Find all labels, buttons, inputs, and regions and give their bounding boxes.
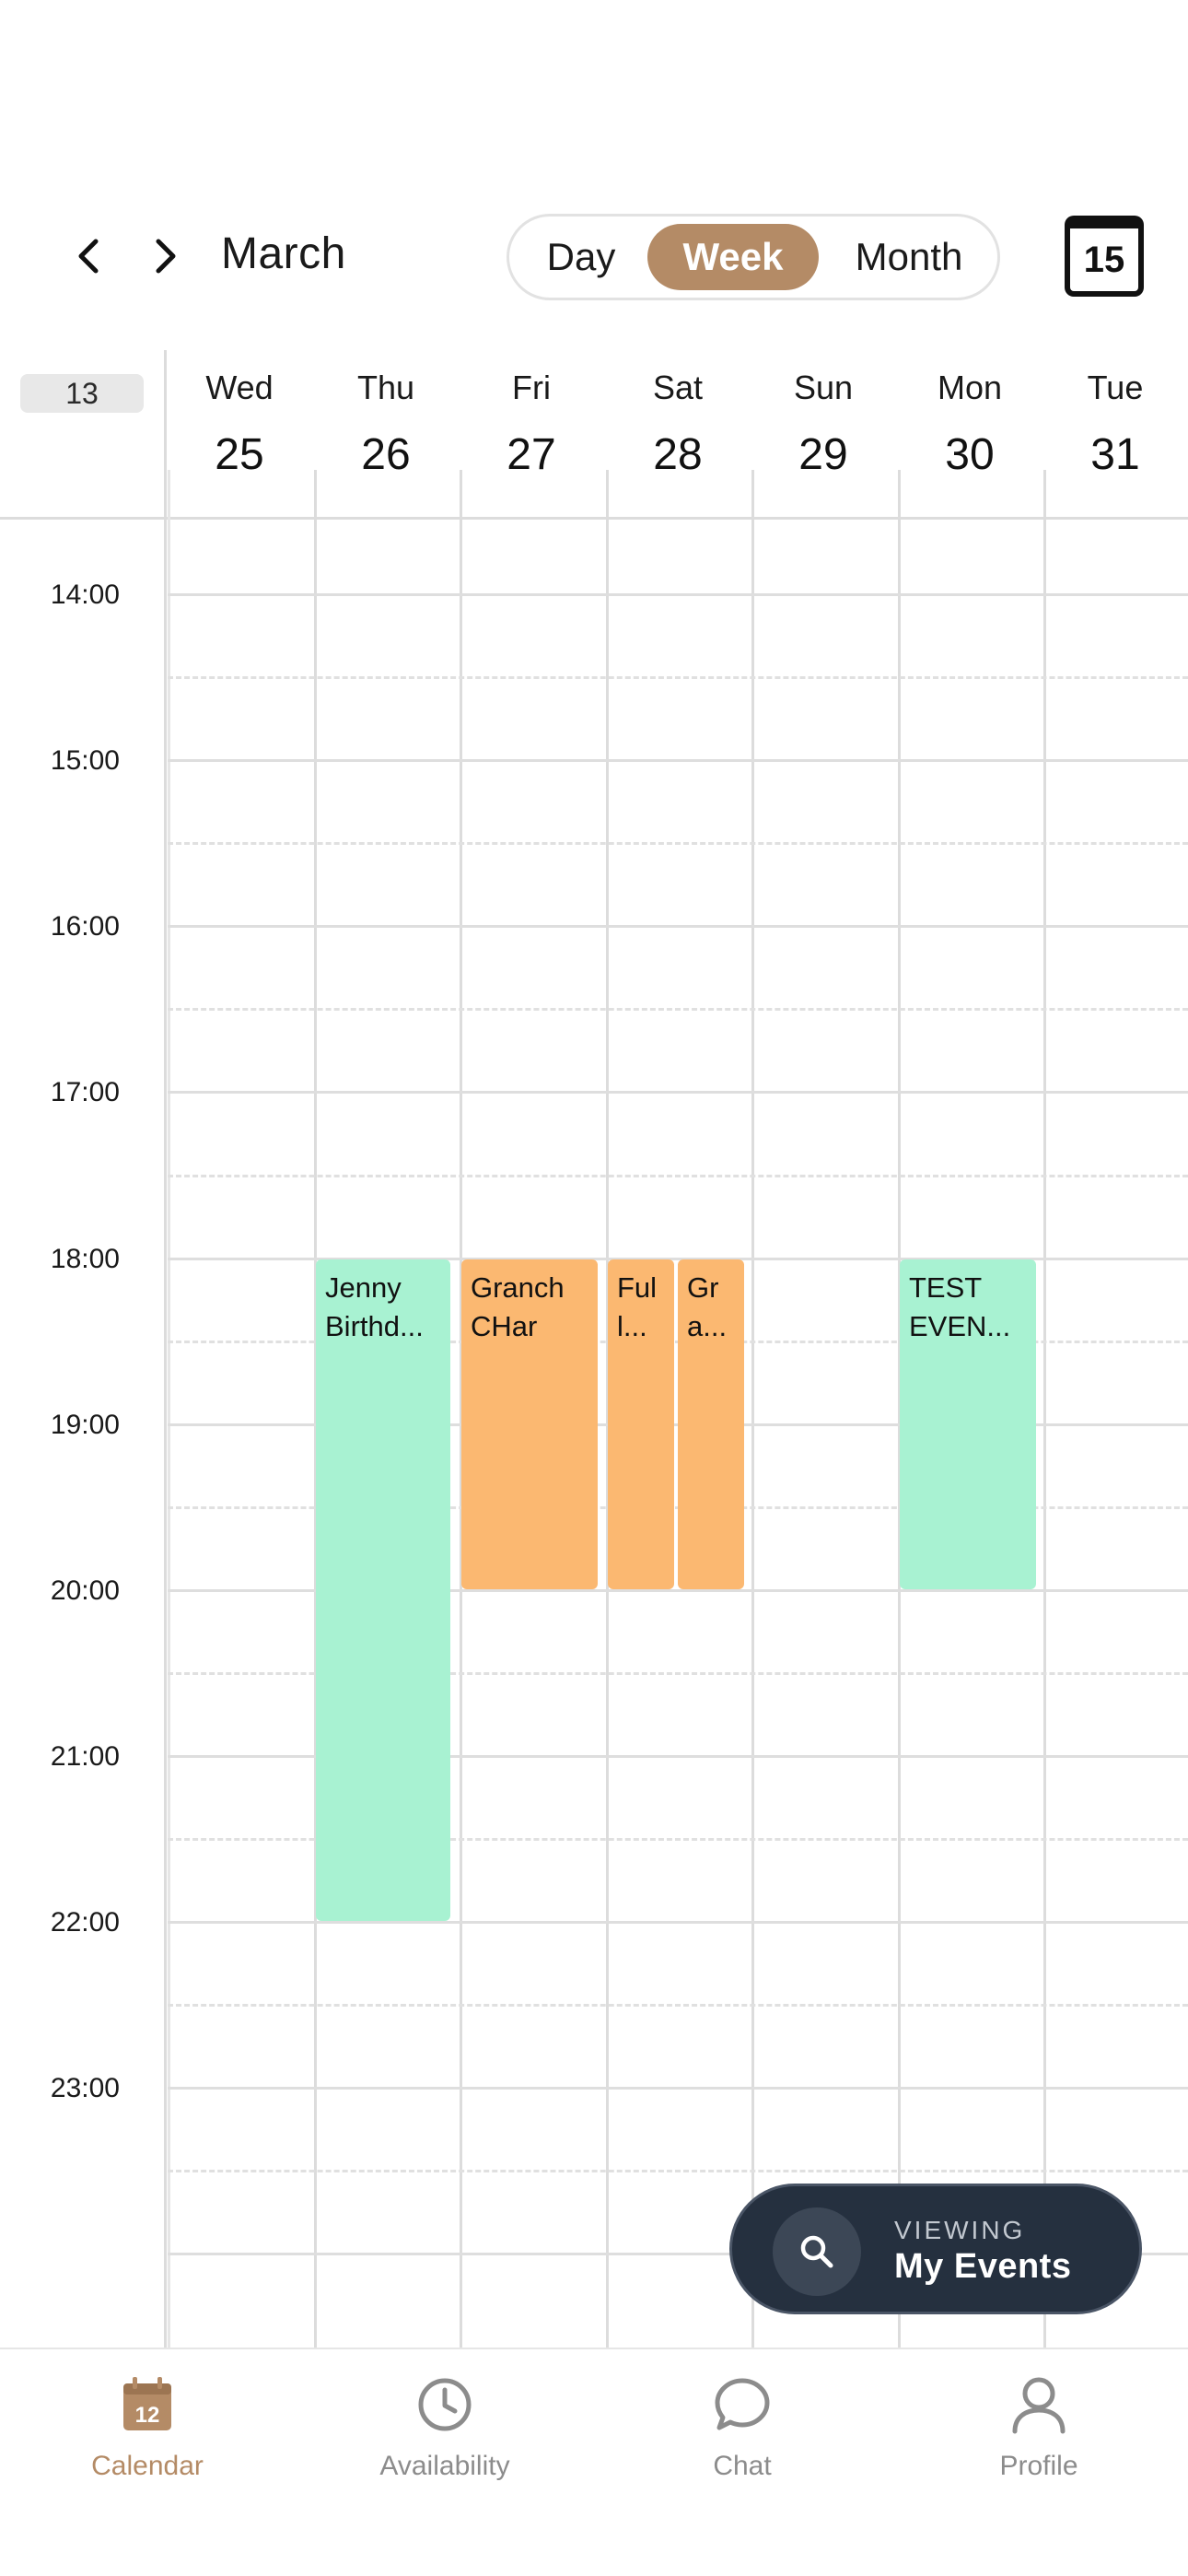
event-title-line: EVEN...: [909, 1310, 1011, 1342]
hour-line: [168, 1921, 1188, 1924]
time-label: 17:00: [50, 1077, 120, 1107]
bottom-tab-bar: 12 Calendar Availability Chat Profile: [0, 2348, 1188, 2576]
person-icon: [919, 2370, 1159, 2440]
tab-label: Calendar: [91, 2451, 204, 2481]
time-label: 23:00: [50, 2073, 120, 2103]
time-label: 16:00: [50, 911, 120, 942]
viewing-filter-button[interactable]: VIEWING My Events: [729, 2184, 1142, 2314]
event-title-line: TEST: [909, 1271, 983, 1304]
search-icon: [773, 2207, 861, 2296]
chat-bubble-icon: [623, 2370, 862, 2440]
viewing-label: VIEWING: [894, 2216, 1026, 2244]
time-label: 20:00: [50, 1575, 120, 1606]
viewing-value: My Events: [894, 2247, 1072, 2286]
day-column-divider: [168, 470, 170, 2348]
time-label: 14:00: [50, 580, 120, 610]
event-title-line: CHar: [471, 1310, 538, 1342]
event-sat-second[interactable]: Gr a...: [678, 1259, 744, 1589]
day-column-divider: [1043, 470, 1046, 2348]
hour-line: [168, 759, 1188, 762]
event-title-line: Birthd...: [325, 1310, 424, 1342]
event-jenny-birthday[interactable]: Jenny Birthd...: [316, 1259, 450, 1921]
event-sat-first[interactable]: Ful l...: [608, 1259, 674, 1589]
calendar-icon: 12: [28, 2370, 267, 2440]
half-hour-line: [168, 676, 1188, 679]
tab-availability[interactable]: Availability: [325, 2370, 565, 2482]
event-title-line: Granch: [471, 1271, 565, 1304]
time-column-divider: [164, 350, 167, 2348]
event-title-line: Jenny: [325, 1271, 402, 1304]
tab-label: Chat: [713, 2451, 772, 2481]
tab-chat[interactable]: Chat: [623, 2370, 862, 2482]
event-title-line: l...: [617, 1310, 647, 1342]
time-label: 22:00: [50, 1907, 120, 1938]
hour-line: [168, 593, 1188, 596]
tab-calendar[interactable]: 12 Calendar: [28, 2370, 267, 2482]
hour-line: [168, 925, 1188, 928]
half-hour-line: [168, 2004, 1188, 2007]
tab-label: Profile: [999, 2451, 1078, 2481]
half-hour-line: [168, 842, 1188, 845]
hour-line: [168, 1091, 1188, 1094]
event-title-line: Ful: [617, 1271, 658, 1304]
hour-line: [168, 2087, 1188, 2090]
half-hour-line: [168, 1008, 1188, 1011]
calendar-icon-day: 12: [135, 2403, 160, 2428]
event-title-line: Gr: [687, 1271, 719, 1304]
time-label: 21:00: [50, 1741, 120, 1772]
event-title-line: a...: [687, 1310, 728, 1342]
half-hour-line: [168, 2170, 1188, 2172]
clock-icon: [325, 2370, 565, 2440]
time-label: 19:00: [50, 1410, 120, 1440]
event-granch-char[interactable]: Granch CHar: [461, 1259, 598, 1589]
time-label: 18:00: [50, 1244, 120, 1274]
event-test-event[interactable]: TEST EVEN...: [900, 1259, 1036, 1589]
week-grid[interactable]: 14:00 15:00 16:00 17:00 18:00 19:00 20:0…: [0, 0, 1188, 2348]
tab-label: Availability: [379, 2451, 510, 2481]
day-column-divider: [751, 470, 754, 2348]
half-hour-line: [168, 1175, 1188, 1177]
time-label: 15:00: [50, 745, 120, 776]
tab-profile[interactable]: Profile: [919, 2370, 1159, 2482]
